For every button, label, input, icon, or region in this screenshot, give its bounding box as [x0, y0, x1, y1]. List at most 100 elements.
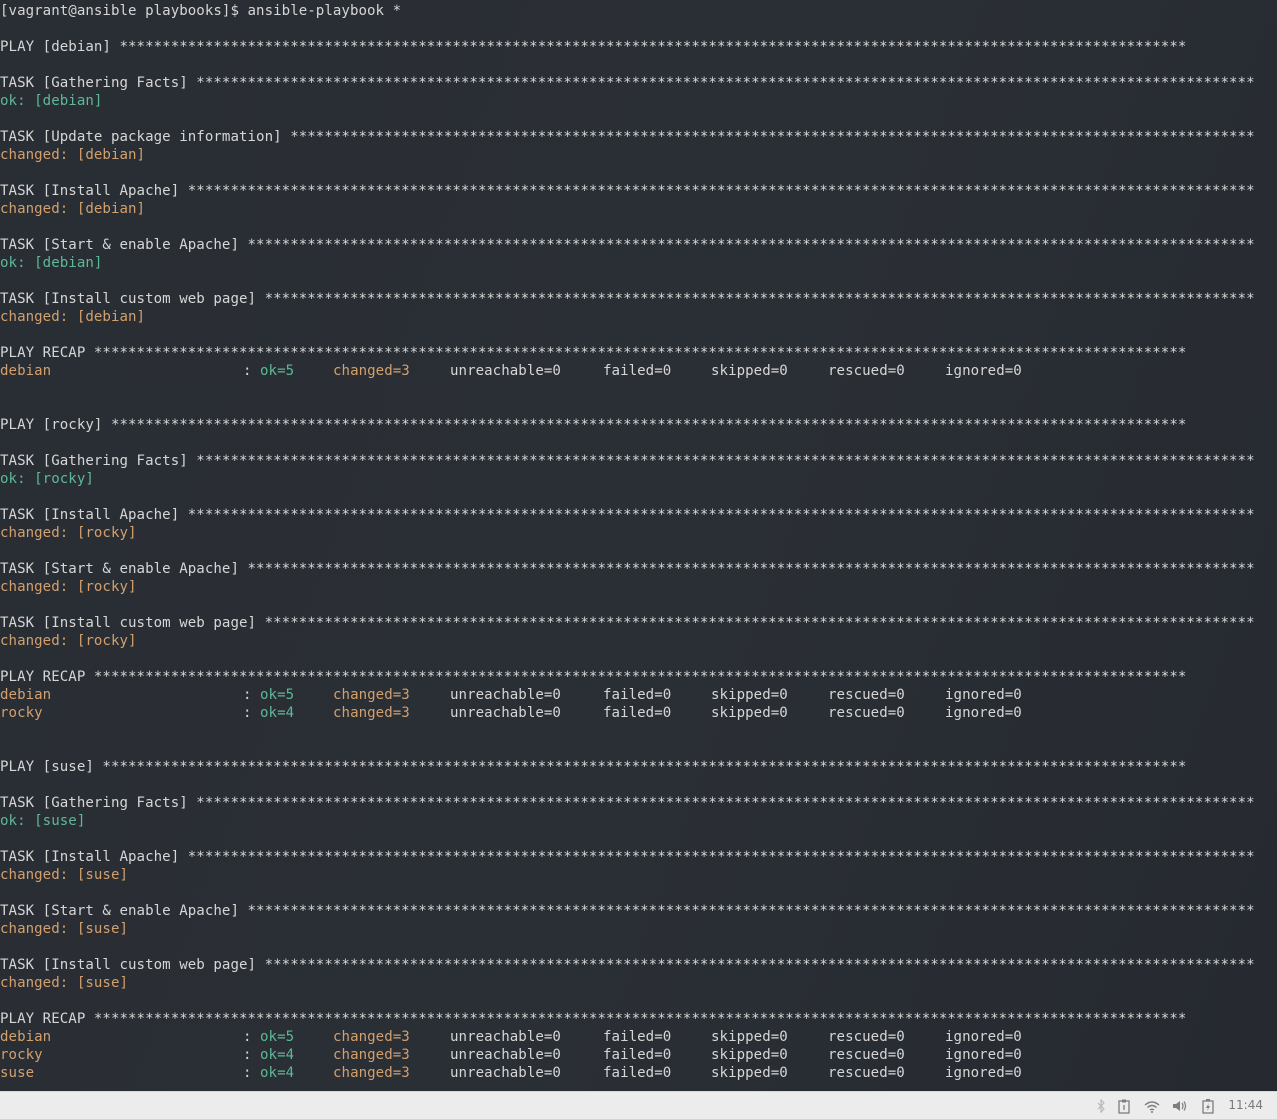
recap-changed: changed=3	[333, 705, 410, 721]
recap-changed: changed=3	[333, 1029, 410, 1045]
section-header: TASK [Update package information] ******…	[0, 129, 1255, 145]
section-header: TASK [Install Apache] ******************…	[0, 507, 1255, 523]
recap-failed: failed=0	[603, 363, 672, 379]
recap-ignored: ignored=0	[945, 363, 1022, 379]
section-header: TASK [Gathering Facts] *****************…	[0, 75, 1255, 91]
recap-ignored: ignored=0	[945, 1029, 1022, 1045]
section-header: TASK [Start & enable Apache] ***********…	[0, 903, 1255, 919]
battery-icon[interactable]	[1200, 1098, 1216, 1114]
recap-host: debian	[0, 687, 52, 703]
task-status-ok: ok: [debian]	[0, 255, 103, 271]
section-header: TASK [Install Apache] ******************…	[0, 183, 1255, 199]
recap-changed: changed=3	[333, 363, 410, 379]
clock[interactable]: 11:44	[1228, 1098, 1263, 1112]
task-status-changed: changed: [suse]	[0, 867, 129, 883]
recap-unreachable: unreachable=0	[450, 1065, 561, 1081]
recap-changed: changed=3	[333, 687, 410, 703]
recap-separator: :	[243, 1065, 252, 1081]
volume-icon[interactable]	[1172, 1098, 1188, 1114]
recap-ok: ok=5	[260, 363, 295, 379]
recap-ignored: ignored=0	[945, 1065, 1022, 1081]
section-header: PLAY RECAP *****************************…	[0, 1011, 1187, 1027]
recap-row: debian: ok=5 changed=3 unreachable=0 failed=…	[0, 1028, 1277, 1046]
section-header: PLAY RECAP *****************************…	[0, 345, 1187, 361]
clipboard-icon[interactable]	[1116, 1098, 1132, 1114]
task-status-changed: changed: [rocky]	[0, 633, 137, 649]
recap-rescued: rescued=0	[828, 363, 905, 379]
recap-host: debian	[0, 1029, 52, 1045]
recap-failed: failed=0	[603, 1065, 672, 1081]
task-status-changed: changed: [debian]	[0, 201, 146, 217]
section-header: TASK [Install Apache] ******************…	[0, 849, 1255, 865]
recap-row: rocky: ok=4 changed=3 unreachable=0 failed=0…	[0, 704, 1277, 722]
section-header: PLAY [suse] ****************************…	[0, 759, 1187, 775]
task-status-changed: changed: [rocky]	[0, 525, 137, 541]
task-status-ok: ok: [rocky]	[0, 471, 94, 487]
recap-ok: ok=5	[260, 687, 295, 703]
bluetooth-icon[interactable]	[1093, 1098, 1109, 1114]
recap-ignored: ignored=0	[945, 705, 1022, 721]
recap-unreachable: unreachable=0	[450, 687, 561, 703]
section-header: PLAY RECAP *****************************…	[0, 669, 1187, 685]
section-header: TASK [Start & enable Apache] ***********…	[0, 561, 1255, 577]
recap-ignored: ignored=0	[945, 1047, 1022, 1063]
recap-separator: :	[243, 705, 252, 721]
task-status-changed: changed: [debian]	[0, 147, 146, 163]
recap-skipped: skipped=0	[711, 1047, 788, 1063]
recap-rescued: rescued=0	[828, 1065, 905, 1081]
task-status-changed: changed: [suse]	[0, 921, 129, 937]
wifi-icon[interactable]	[1144, 1098, 1160, 1114]
recap-unreachable: unreachable=0	[450, 1047, 561, 1063]
recap-failed: failed=0	[603, 705, 672, 721]
recap-failed: failed=0	[603, 687, 672, 703]
recap-failed: failed=0	[603, 1047, 672, 1063]
section-header: TASK [Start & enable Apache] ***********…	[0, 237, 1255, 253]
recap-ok: ok=4	[260, 1065, 295, 1081]
recap-separator: :	[243, 363, 252, 379]
recap-host: debian	[0, 363, 52, 379]
recap-separator: :	[243, 1047, 252, 1063]
taskbar: 11:44	[0, 1091, 1277, 1119]
recap-row: rocky: ok=4 changed=3 unreachable=0 failed=0…	[0, 1046, 1277, 1064]
task-status-ok: ok: [debian]	[0, 93, 103, 109]
task-status-changed: changed: [suse]	[0, 975, 129, 991]
task-status-changed: changed: [rocky]	[0, 579, 137, 595]
recap-skipped: skipped=0	[711, 687, 788, 703]
recap-host: rocky	[0, 705, 43, 721]
recap-ok: ok=4	[260, 1047, 295, 1063]
section-header: TASK [Install custom web page] *********…	[0, 957, 1255, 973]
recap-host: suse	[0, 1065, 35, 1081]
section-header: PLAY [rocky] ***************************…	[0, 417, 1187, 433]
recap-separator: :	[243, 687, 252, 703]
section-header: TASK [Install custom web page] *********…	[0, 291, 1255, 307]
terminal-window[interactable]: [vagrant@ansible playbooks]$ ansible-pla…	[0, 0, 1277, 1091]
recap-rescued: rescued=0	[828, 1029, 905, 1045]
recap-unreachable: unreachable=0	[450, 705, 561, 721]
recap-ignored: ignored=0	[945, 687, 1022, 703]
recap-unreachable: unreachable=0	[450, 1029, 561, 1045]
section-header: TASK [Gathering Facts] *****************…	[0, 795, 1255, 811]
recap-changed: changed=3	[333, 1047, 410, 1063]
section-header: TASK [Install custom web page] *********…	[0, 615, 1255, 631]
recap-skipped: skipped=0	[711, 363, 788, 379]
recap-ok: ok=5	[260, 1029, 295, 1045]
terminal-output: [vagrant@ansible playbooks]$ ansible-pla…	[0, 0, 1277, 1082]
recap-row: debian: ok=5 changed=3 unreachable=0 failed=…	[0, 362, 1277, 380]
section-header: PLAY [debian] **************************…	[0, 39, 1187, 55]
command-line: [vagrant@ansible playbooks]$ ansible-pla…	[0, 3, 402, 19]
